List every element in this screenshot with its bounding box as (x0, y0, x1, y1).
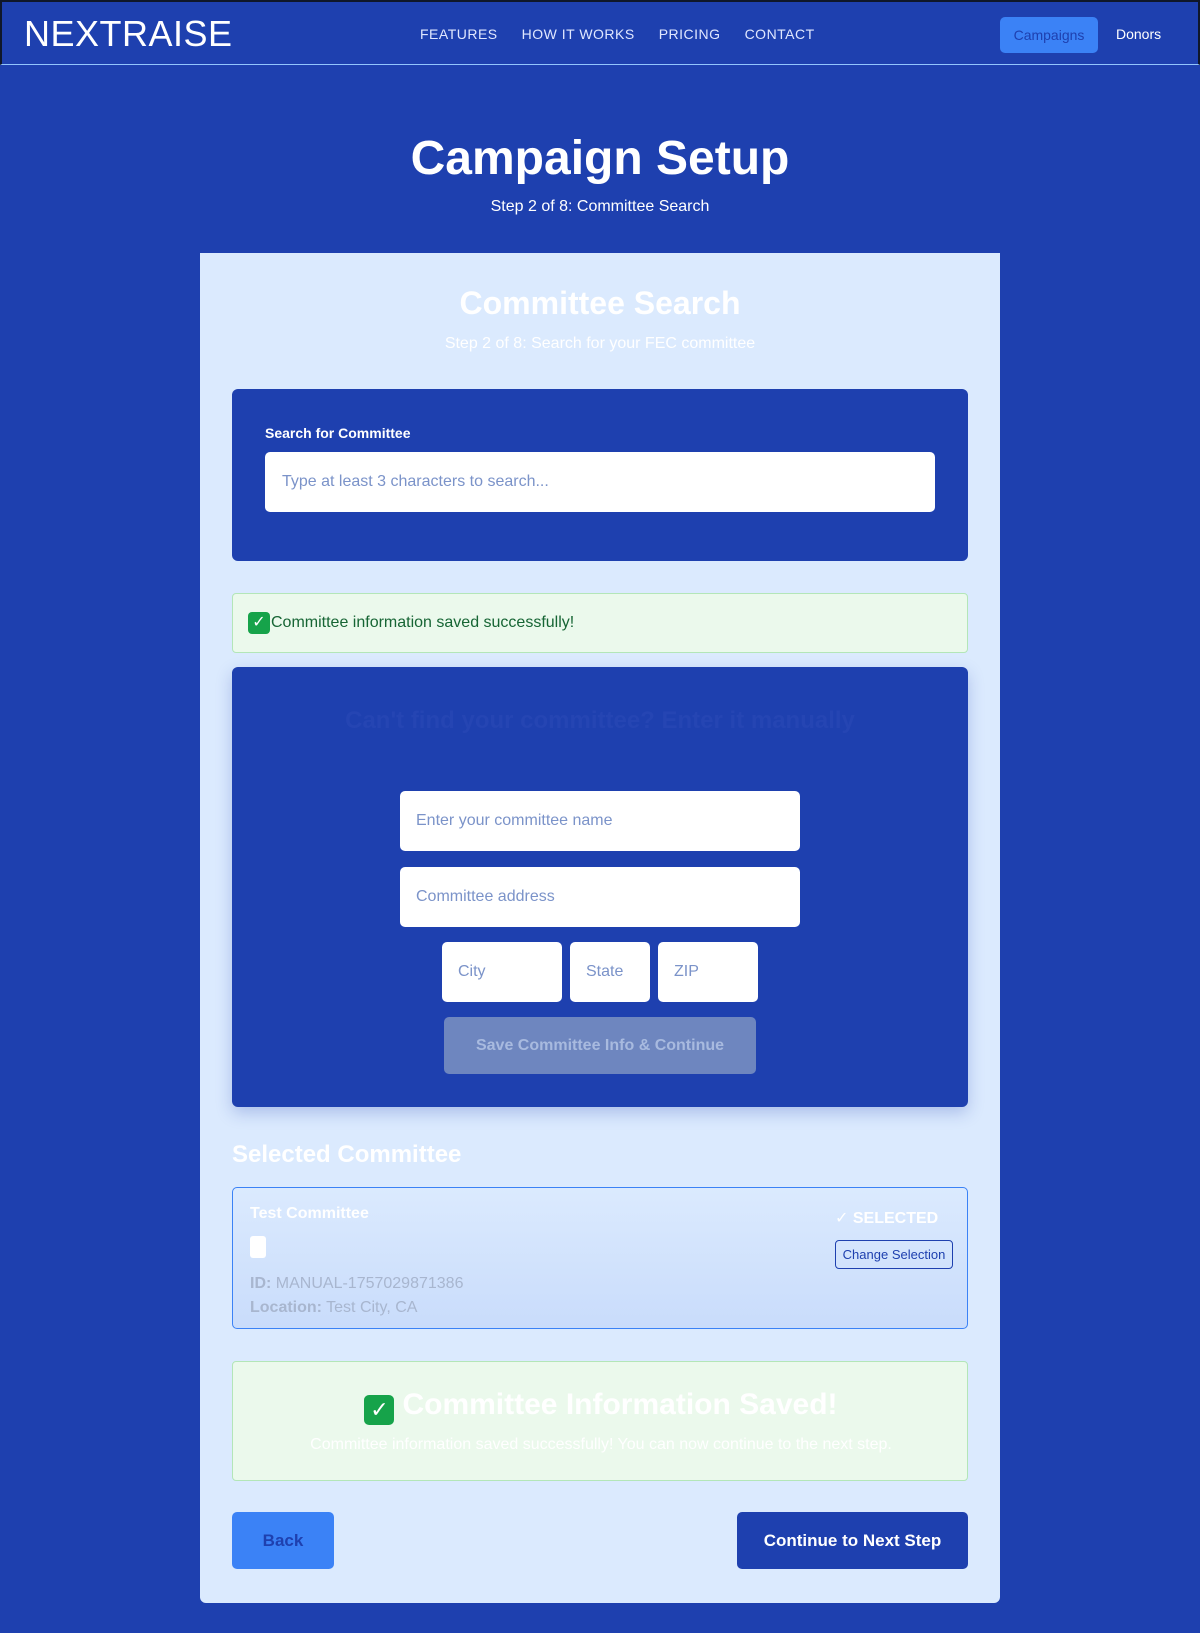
committee-id: ID: MANUAL-1757029871386 (250, 1275, 463, 1293)
committee-checkbox[interactable] (250, 1236, 266, 1258)
selected-committee-card: Test Committee ID: MANUAL-1757029871386 … (232, 1187, 968, 1329)
committee-id-value: MANUAL-1757029871386 (275, 1275, 464, 1292)
committee-id-label: ID: (250, 1275, 272, 1292)
check-mark-icon: ✓ (248, 612, 270, 634)
selected-committee-heading: Selected Committee (232, 1141, 462, 1168)
check-mark-icon: ✓ (364, 1395, 395, 1425)
zip-input[interactable] (658, 942, 758, 1002)
save-committee-button[interactable]: Save Committee Info & Continue (444, 1017, 756, 1074)
page-subtitle: Step 2 of 8: Committee Search (490, 198, 710, 215)
committee-location-label: Location: (250, 1299, 322, 1316)
city-input[interactable] (442, 942, 562, 1002)
back-button[interactable]: Back (232, 1512, 334, 1569)
nav-link-contact[interactable]: CONTACT (745, 26, 815, 42)
card-subtitle: Step 2 of 8: Search for your FEC committ… (444, 335, 756, 352)
nav-links: FEATURES HOW IT WORKS PRICING CONTACT (420, 26, 839, 42)
top-navbar: NEXTRAISE FEATURES HOW IT WORKS PRICING … (0, 0, 1200, 65)
saved-subtitle: Committee information saved successfully… (310, 1436, 892, 1453)
committee-name-input[interactable] (400, 791, 800, 851)
saved-confirmation-panel: ✓ Committee Information Saved! Committee … (232, 1361, 968, 1481)
manual-entry-title: Can't find your committee? Enter it manu… (345, 707, 855, 734)
change-selection-button[interactable]: Change Selection (835, 1240, 953, 1269)
donors-link[interactable]: Donors (1116, 26, 1161, 42)
state-input[interactable] (570, 942, 650, 1002)
manual-entry-panel: Can't find your committee? Enter it manu… (232, 667, 968, 1107)
page-title: Campaign Setup (410, 132, 790, 185)
saved-title: Committee Information Saved! (402, 1388, 838, 1421)
success-banner: ✓ Committee information saved successful… (232, 593, 968, 653)
setup-card: Committee Search Step 2 of 8: Search for… (200, 253, 1000, 1603)
saved-title-row: ✓ Committee Information Saved! (233, 1388, 969, 1425)
selected-status-badge: ✓ SELECTED (835, 1210, 939, 1227)
nav-link-pricing[interactable]: PRICING (659, 26, 721, 42)
brand-logo[interactable]: NEXTRAISE (24, 16, 233, 52)
committee-search-panel: Search for Committee (232, 389, 968, 561)
card-title: Committee Search (459, 285, 741, 321)
committee-address-input[interactable] (400, 867, 800, 927)
search-label: Search for Committee (265, 425, 411, 441)
committee-name: Test Committee (250, 1205, 369, 1222)
committee-search-input[interactable] (265, 452, 935, 512)
continue-next-step-button[interactable]: Continue to Next Step (737, 1512, 968, 1569)
success-message: Committee information saved successfully… (271, 614, 575, 631)
nav-link-features[interactable]: FEATURES (420, 26, 498, 42)
committee-location-value: Test City, CA (326, 1299, 418, 1316)
campaigns-button[interactable]: Campaigns (1000, 17, 1098, 53)
committee-location: Location: Test City, CA (250, 1299, 417, 1317)
nav-link-how-it-works[interactable]: HOW IT WORKS (522, 26, 635, 42)
